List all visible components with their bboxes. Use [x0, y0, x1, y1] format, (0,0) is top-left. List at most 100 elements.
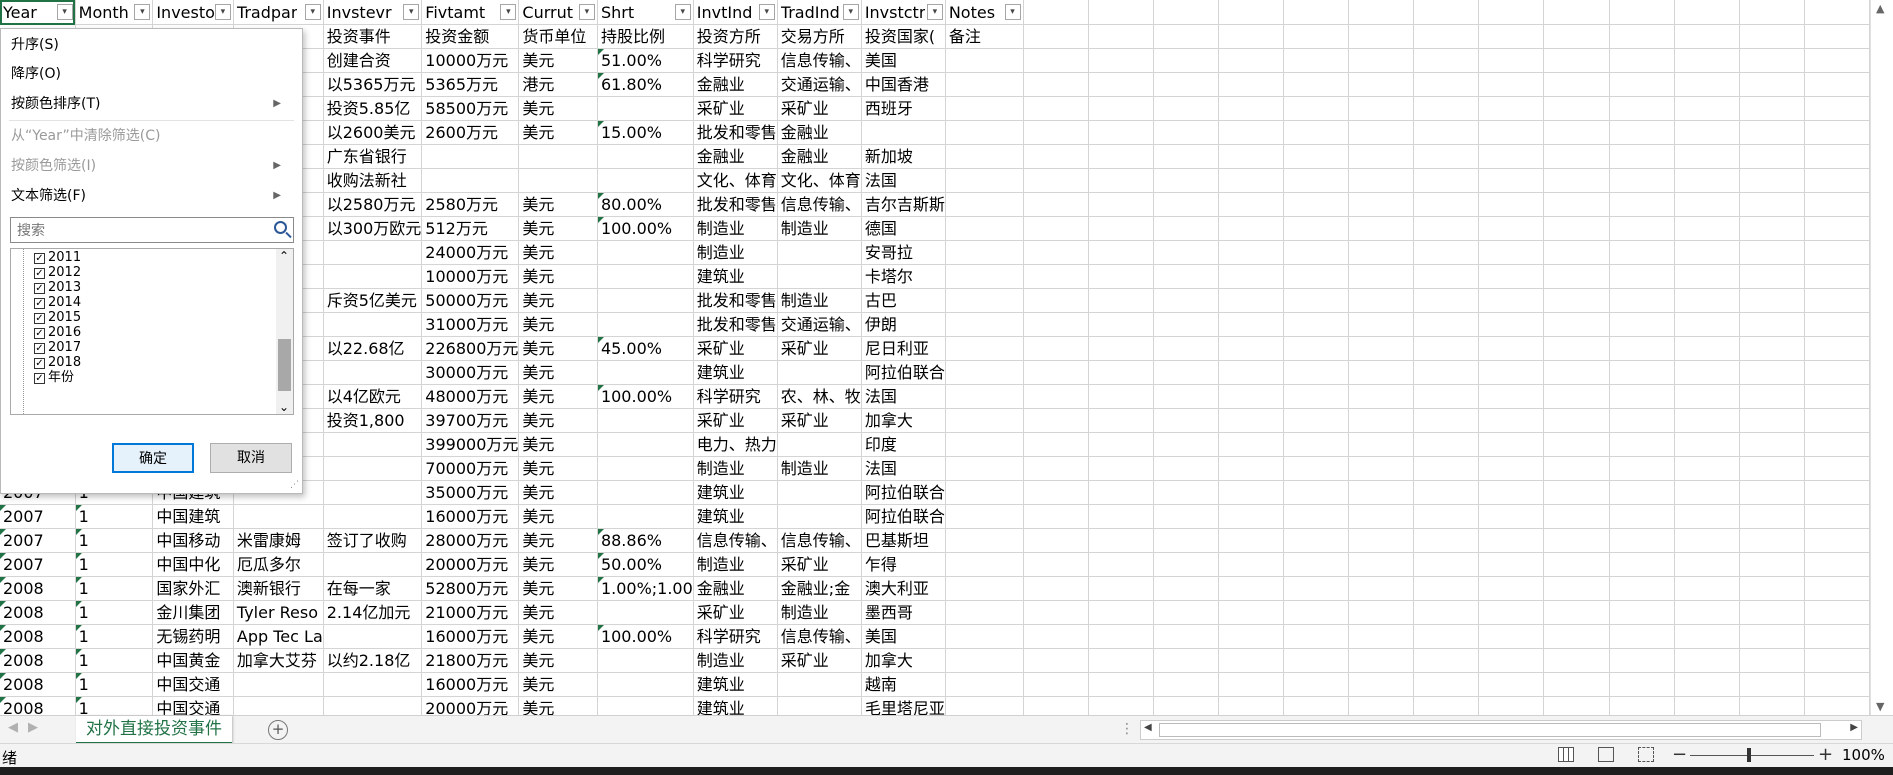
cell[interactable]: 70000万元: [421, 456, 520, 481]
cell[interactable]: 中国建筑: [152, 504, 234, 529]
cell[interactable]: 2600万元: [421, 120, 520, 145]
cell[interactable]: [1609, 336, 1675, 361]
cell[interactable]: 金融业;金: [777, 576, 862, 601]
cell[interactable]: [1739, 672, 1805, 697]
cell[interactable]: [1153, 384, 1219, 409]
cell[interactable]: [1739, 24, 1805, 49]
cell[interactable]: [1153, 336, 1219, 361]
list-scrollbar[interactable]: ⌃ ⌄: [276, 249, 293, 414]
cell[interactable]: [1283, 600, 1350, 625]
cell[interactable]: [421, 168, 520, 193]
header-cell[interactable]: Currut ▾: [518, 0, 598, 25]
cell[interactable]: [1348, 192, 1415, 217]
cell[interactable]: 美元: [518, 216, 598, 241]
cell[interactable]: [1609, 168, 1675, 193]
cell[interactable]: [1088, 240, 1154, 265]
cell[interactable]: 以约2.18亿: [323, 648, 423, 673]
cell[interactable]: 法国: [861, 456, 946, 481]
filter-dropdown-icon[interactable]: ▾: [403, 4, 420, 20]
cell[interactable]: [1739, 696, 1805, 715]
cell[interactable]: [1739, 384, 1805, 409]
cell[interactable]: [1023, 672, 1089, 697]
cell[interactable]: 投资金额: [421, 24, 520, 49]
cell[interactable]: [1674, 120, 1740, 145]
cell[interactable]: [597, 288, 694, 313]
cell[interactable]: [1413, 480, 1480, 505]
cell[interactable]: 100.00%: [597, 624, 694, 649]
cell[interactable]: [1153, 672, 1219, 697]
filter-search-input[interactable]: [15, 219, 269, 243]
cell[interactable]: 越南: [861, 672, 946, 697]
cell[interactable]: [1153, 168, 1219, 193]
cell[interactable]: [1023, 480, 1089, 505]
cell[interactable]: [1218, 144, 1284, 169]
cell[interactable]: 美元: [518, 408, 598, 433]
cell[interactable]: 信息传输、: [777, 528, 862, 553]
cell[interactable]: [1609, 96, 1675, 121]
cell[interactable]: [1804, 192, 1870, 217]
cell[interactable]: [1348, 72, 1415, 97]
cell[interactable]: [1023, 48, 1089, 73]
cell[interactable]: [1088, 72, 1154, 97]
zoom-slider[interactable]: [1690, 755, 1814, 756]
cell[interactable]: [1739, 480, 1805, 505]
cell[interactable]: [1283, 24, 1350, 49]
cell[interactable]: [1023, 192, 1089, 217]
cell[interactable]: 投资方所: [693, 24, 778, 49]
cell[interactable]: [1609, 24, 1675, 49]
checkbox-checked-icon[interactable]: ✓: [34, 312, 45, 324]
cell[interactable]: [233, 672, 324, 697]
cell[interactable]: [1804, 24, 1870, 49]
cell[interactable]: [1283, 336, 1350, 361]
cell[interactable]: 制造业: [693, 216, 778, 241]
cell[interactable]: 文化、体育: [693, 168, 778, 193]
cell[interactable]: 制造业: [777, 288, 862, 313]
cell[interactable]: [1804, 600, 1870, 625]
cell[interactable]: [323, 624, 423, 649]
cell[interactable]: [597, 696, 694, 715]
cell[interactable]: 80.00%: [597, 192, 694, 217]
cell[interactable]: 收购法新社: [323, 168, 423, 193]
cell[interactable]: 加拿大: [861, 648, 946, 673]
cell[interactable]: [1413, 192, 1480, 217]
cell[interactable]: 备注: [945, 24, 1024, 49]
cell[interactable]: 2008: [0, 696, 76, 715]
cell[interactable]: 美元: [518, 288, 598, 313]
cell[interactable]: [1348, 48, 1415, 73]
cell[interactable]: 1: [75, 672, 154, 697]
empty-cell[interactable]: [1674, 0, 1740, 25]
cell[interactable]: [1413, 216, 1480, 241]
cell[interactable]: 以5365万元: [323, 72, 423, 97]
cell[interactable]: 美元: [518, 672, 598, 697]
cell[interactable]: 中国移动: [152, 528, 234, 553]
cell[interactable]: [1413, 96, 1480, 121]
cell[interactable]: 加拿大: [861, 408, 946, 433]
cell[interactable]: 信息传输、: [777, 192, 862, 217]
cell[interactable]: 交通运输、: [777, 312, 862, 337]
cell[interactable]: 100.00%: [597, 216, 694, 241]
cell[interactable]: 美元: [518, 48, 598, 73]
cell[interactable]: 法国: [861, 168, 946, 193]
cell[interactable]: [1674, 456, 1740, 481]
cell[interactable]: [1218, 360, 1284, 385]
cell[interactable]: [1153, 48, 1219, 73]
cell[interactable]: 2580万元: [421, 192, 520, 217]
cell[interactable]: [1739, 120, 1805, 145]
cell[interactable]: [1478, 120, 1545, 145]
cell[interactable]: 52800万元: [421, 576, 520, 601]
cell[interactable]: [421, 144, 520, 169]
cell[interactable]: [1413, 24, 1480, 49]
cell[interactable]: [1609, 624, 1675, 649]
cell[interactable]: [945, 96, 1024, 121]
cell[interactable]: [1348, 456, 1415, 481]
cell[interactable]: [777, 240, 862, 265]
cell[interactable]: 51.00%: [597, 48, 694, 73]
cell[interactable]: [1478, 24, 1545, 49]
cell[interactable]: [1088, 168, 1154, 193]
scroll-left-icon[interactable]: ◀: [1144, 722, 1152, 733]
cell[interactable]: [1283, 648, 1350, 673]
cell[interactable]: 226800万元: [421, 336, 520, 361]
cell[interactable]: [1543, 240, 1610, 265]
cell[interactable]: 中国交通: [152, 672, 234, 697]
cell[interactable]: [1804, 432, 1870, 457]
